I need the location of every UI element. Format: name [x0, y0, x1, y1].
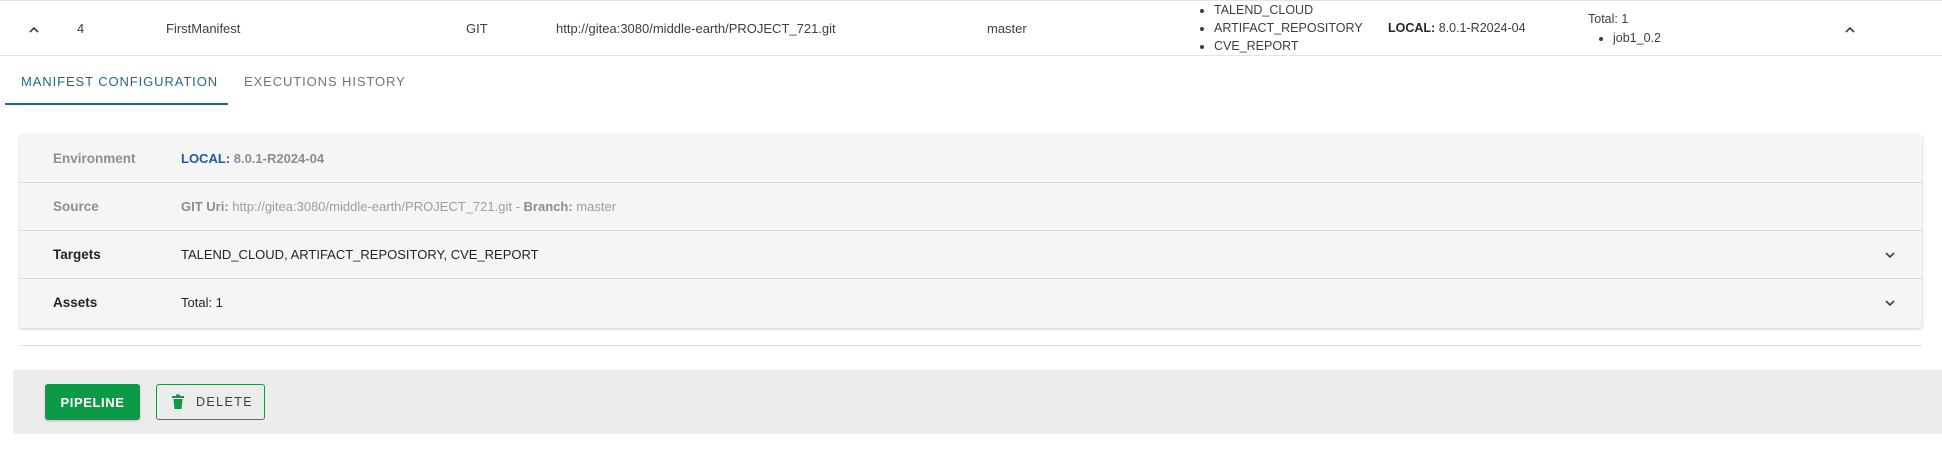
branch-label: Branch:: [523, 199, 573, 214]
git-uri: http://gitea:3080/middle-earth/PROJECT_7…: [232, 199, 512, 214]
row-branch: master: [987, 21, 1027, 36]
chevron-down-icon[interactable]: [1883, 296, 1895, 307]
source-separator: -: [515, 199, 520, 214]
delete-button-label: DELETE: [196, 395, 254, 409]
branch-value: master: [576, 199, 617, 214]
list-item: TALEND_CLOUD: [1214, 1, 1363, 19]
row-assets-list: job1_0.2: [1597, 29, 1661, 47]
environment-version: 8.0.1-R2024-04: [233, 151, 325, 166]
list-item: ARTIFACT_REPOSITORY: [1214, 19, 1363, 37]
environment-value: LOCAL: 8.0.1-R2024-04: [181, 135, 324, 183]
git-uri-label: GIT Uri:: [181, 199, 229, 214]
source-label: Source: [53, 199, 99, 214]
chevron-down-icon[interactable]: [1883, 248, 1895, 259]
source-row: Source GIT Uri: http://gitea:3080/middle…: [20, 183, 1922, 231]
row-env-label: LOCAL:: [1388, 21, 1436, 35]
source-value: GIT Uri: http://gitea:3080/middle-earth/…: [181, 183, 616, 231]
targets-label: Targets: [53, 247, 101, 262]
action-bar: PIPELINE DELETE: [13, 370, 1942, 434]
assets-row[interactable]: Assets Total: 1: [20, 279, 1922, 327]
tab-manifest-configuration[interactable]: MANIFEST CONFIGURATION: [5, 57, 228, 105]
tab-bar: MANIFEST CONFIGURATION EXECUTIONS HISTOR…: [0, 57, 1942, 105]
chevron-up-icon[interactable]: [27, 23, 39, 33]
row-assets-total: Total: 1: [1588, 12, 1629, 26]
environment-row: Environment LOCAL: 8.0.1-R2024-04: [20, 135, 1922, 183]
list-item: job1_0.2: [1613, 29, 1661, 47]
targets-value: TALEND_CLOUD, ARTIFACT_REPOSITORY, CVE_R…: [181, 247, 539, 262]
row-targets-list: TALEND_CLOUD ARTIFACT_REPOSITORY CVE_REP…: [1198, 1, 1363, 55]
delete-button[interactable]: DELETE: [156, 384, 265, 420]
manifest-configuration-card: Environment LOCAL: 8.0.1-R2024-04 Source…: [20, 135, 1922, 328]
section-divider: [20, 345, 1922, 346]
chevron-up-icon[interactable]: [1843, 23, 1855, 33]
trash-icon: [171, 394, 185, 410]
row-env-version: 8.0.1-R2024-04: [1438, 21, 1526, 35]
pipeline-button[interactable]: PIPELINE: [45, 384, 140, 420]
row-id: 4: [77, 21, 85, 36]
assets-label: Assets: [53, 295, 98, 310]
targets-row[interactable]: Targets TALEND_CLOUD, ARTIFACT_REPOSITOR…: [20, 231, 1922, 279]
tab-executions-history[interactable]: EXECUTIONS HISTORY: [244, 57, 406, 105]
assets-value: Total: 1: [181, 295, 223, 310]
row-source-type: GIT: [466, 21, 488, 36]
row-name: FirstManifest: [166, 21, 241, 36]
row-environment: LOCAL: 8.0.1-R2024-04: [1388, 21, 1526, 35]
list-item: CVE_REPORT: [1214, 37, 1363, 55]
environment-label: Environment: [53, 151, 136, 166]
manifest-table-row[interactable]: 4 FirstManifest GIT http://gitea:3080/mi…: [0, 0, 1942, 56]
environment-name: LOCAL:: [181, 151, 231, 166]
row-url: http://gitea:3080/middle-earth/PROJECT_7…: [556, 21, 836, 36]
